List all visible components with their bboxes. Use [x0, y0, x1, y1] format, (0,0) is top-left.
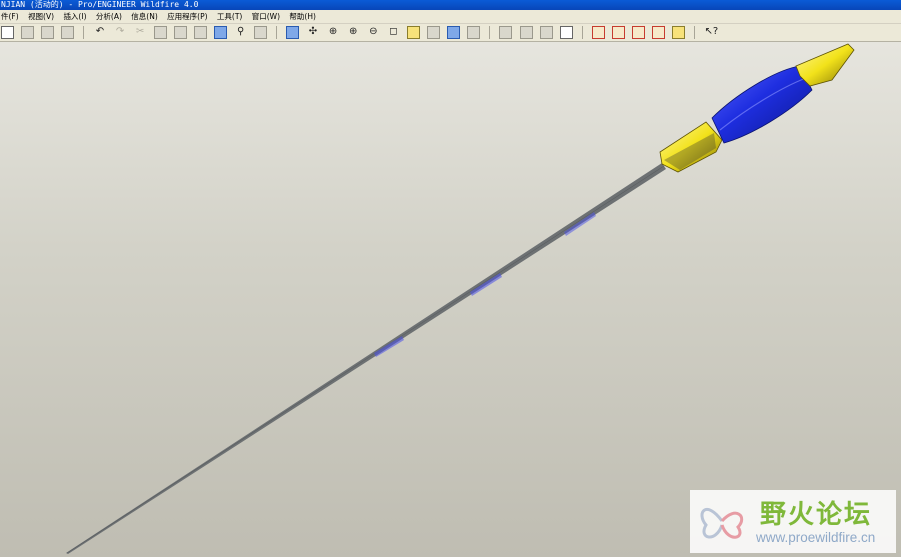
watermark-url: www.proewildfire.cn	[756, 530, 876, 545]
wireframe-icon[interactable]	[499, 26, 513, 39]
regenerate-icon[interactable]	[214, 26, 228, 39]
window-title: NJIAN (活动的) - Pro/ENGINEER Wildfire 4.0	[1, 0, 199, 9]
context-help-icon[interactable]: ↖?	[704, 26, 718, 39]
graphics-window[interactable]	[0, 42, 901, 557]
menu-help[interactable]: 帮助(H)	[288, 10, 322, 24]
layers-icon[interactable]	[447, 26, 461, 39]
datum-axes-icon[interactable]	[612, 26, 625, 39]
blue-mark	[470, 273, 502, 296]
annotations-icon[interactable]	[672, 26, 686, 39]
watermark-chinese: 野火论坛	[760, 500, 873, 530]
toolbar-separator	[276, 26, 278, 39]
menu-file[interactable]: 件(F)	[0, 10, 25, 24]
shading-icon[interactable]	[559, 26, 573, 39]
watermark: 野火论坛 www.proewildfire.cn	[690, 490, 896, 553]
print-preview-icon[interactable]	[41, 26, 55, 39]
menu-window[interactable]: 窗口(W)	[251, 10, 286, 24]
toolbar-separator	[694, 26, 696, 39]
zoom-in-icon[interactable]: ⊕	[347, 26, 360, 39]
datum-points-icon[interactable]	[632, 26, 646, 39]
undo-icon[interactable]: ↶	[93, 26, 106, 39]
new-icon[interactable]	[1, 26, 14, 39]
menu-bar: 件(F) 视图(V) 插入(I) 分析(A) 信息(N) 应用程序(P) 工具(…	[0, 10, 901, 24]
title-bar: NJIAN (活动的) - Pro/ENGINEER Wildfire 4.0	[0, 0, 901, 10]
saved-views-icon[interactable]	[427, 26, 441, 39]
repaint-icon[interactable]	[286, 26, 300, 39]
view-manager-icon[interactable]	[467, 26, 481, 39]
menu-insert[interactable]: 插入(I)	[62, 10, 92, 24]
blue-mark	[374, 336, 404, 357]
menu-applications[interactable]: 应用程序(P)	[166, 10, 213, 24]
toolbar-separator	[83, 26, 85, 39]
menu-info[interactable]: 信息(N)	[130, 10, 163, 24]
print-icon[interactable]	[21, 26, 35, 39]
orient-icon[interactable]: ⊕	[327, 26, 340, 39]
main-toolbar: ↶ ↷ ✂ ⚲ ✣ ⊕ ⊕ ⊖ ◻ ↖?	[0, 24, 901, 42]
coordinate-systems-icon[interactable]	[652, 26, 666, 39]
upper-collar	[795, 43, 855, 87]
model-render	[66, 43, 855, 554]
toolbar-separator	[489, 26, 491, 39]
copy-icon[interactable]	[153, 26, 167, 39]
no-hidden-icon[interactable]	[539, 26, 553, 39]
zoom-out-icon[interactable]: ⊖	[367, 26, 380, 39]
paste-special-icon[interactable]	[193, 26, 207, 39]
reorient-icon[interactable]	[406, 26, 420, 39]
handle-grip	[711, 65, 813, 144]
toolbar-separator	[581, 26, 583, 39]
menu-tools[interactable]: 工具(T)	[216, 10, 248, 24]
hidden-line-icon[interactable]	[519, 26, 533, 39]
refit-icon[interactable]: ◻	[387, 26, 400, 39]
find-icon[interactable]: ⚲	[234, 26, 247, 39]
menu-analysis[interactable]: 分析(A)	[95, 10, 128, 24]
email-icon[interactable]	[61, 26, 75, 39]
cut-icon[interactable]: ✂	[134, 26, 147, 39]
redo-icon[interactable]: ↷	[114, 26, 127, 39]
menu-view[interactable]: 视图(V)	[27, 10, 60, 24]
paste-icon[interactable]	[173, 26, 187, 39]
spin-center-icon[interactable]: ✣	[307, 26, 320, 39]
butterfly-logo-icon	[700, 507, 744, 539]
shaft-edge	[66, 165, 665, 554]
select-box-icon[interactable]	[254, 26, 268, 39]
datum-planes-icon[interactable]	[591, 26, 605, 39]
